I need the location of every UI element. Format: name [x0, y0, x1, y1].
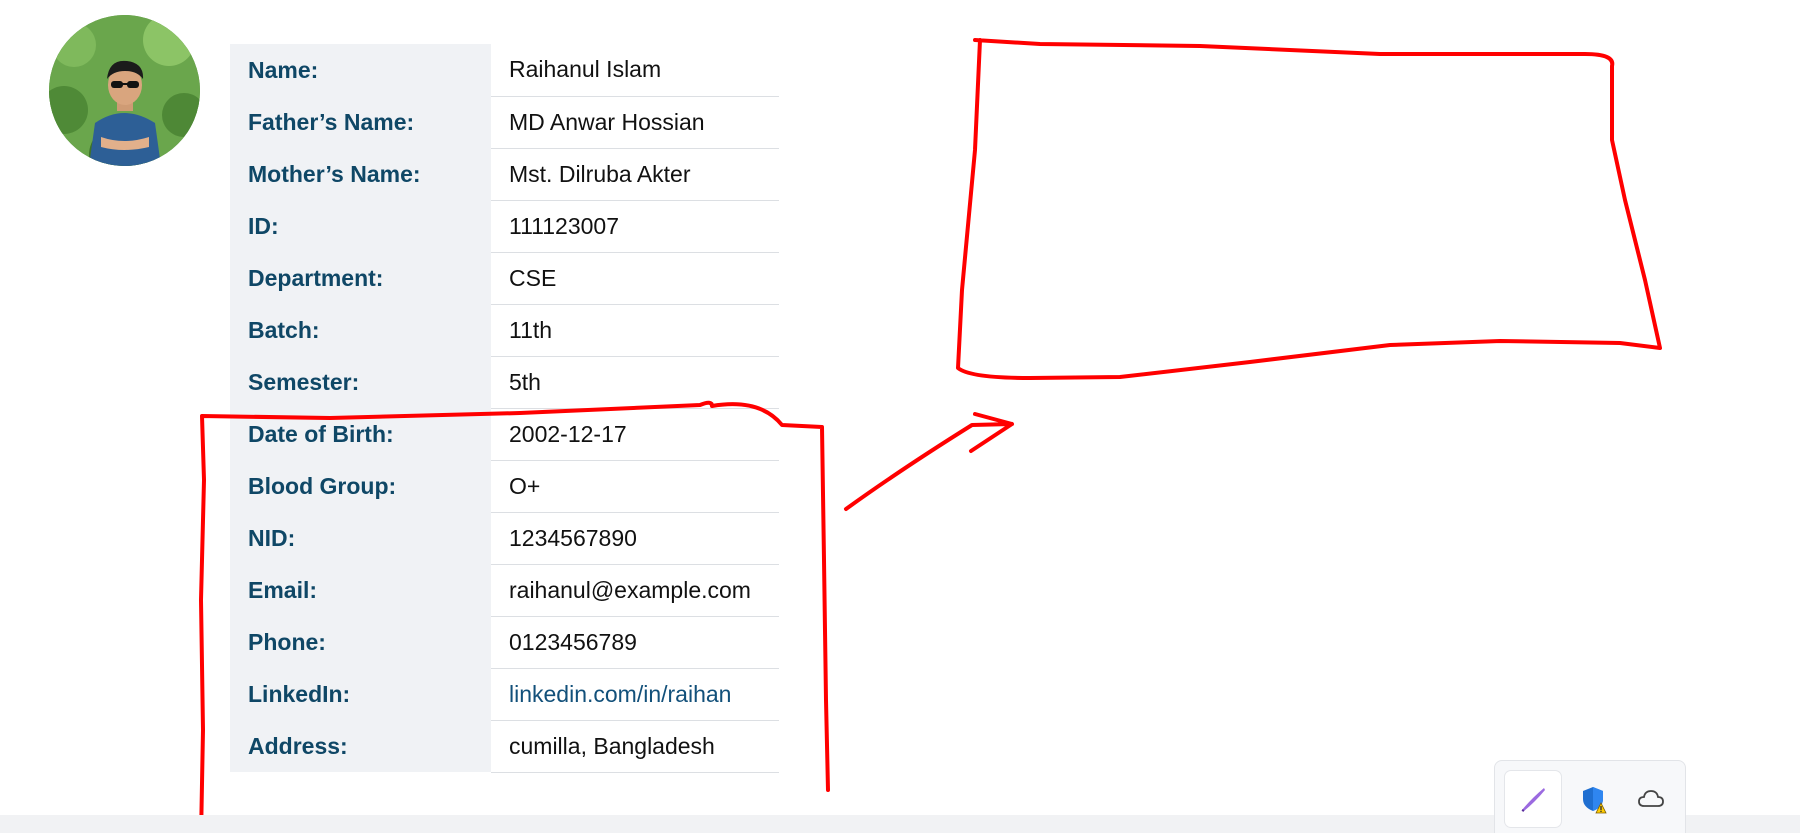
row-label: ID:	[230, 200, 491, 252]
row-label: Date of Birth:	[230, 408, 491, 460]
row-value: MD Anwar Hossian	[491, 96, 779, 149]
row-value: 0123456789	[491, 616, 779, 669]
ink-arrow	[844, 412, 1014, 511]
tray-button-security[interactable]	[1565, 771, 1621, 827]
table-row: Semester: 5th	[230, 356, 779, 409]
row-label: Batch:	[230, 304, 491, 356]
tray-button-pen[interactable]	[1505, 771, 1561, 827]
row-label: Address:	[230, 720, 491, 772]
row-label: NID:	[230, 512, 491, 564]
row-value: 2002-12-17	[491, 408, 779, 461]
row-value: Mst. Dilruba Akter	[491, 148, 779, 201]
row-label: Mother’s Name:	[230, 148, 491, 200]
row-label: Semester:	[230, 356, 491, 408]
table-row: Mother’s Name: Mst. Dilruba Akter	[230, 148, 779, 201]
row-label: Blood Group:	[230, 460, 491, 512]
system-tray	[1494, 760, 1686, 833]
tray-button-cloud[interactable]	[1623, 771, 1679, 827]
row-value: raihanul@example.com	[491, 564, 779, 617]
row-label: Name:	[230, 44, 491, 96]
table-row: Date of Birth: 2002-12-17	[230, 408, 779, 461]
table-row: Batch: 11th	[230, 304, 779, 357]
table-row: Name: Raihanul Islam	[230, 44, 779, 97]
table-row: ID: 111123007	[230, 200, 779, 253]
table-row: Department: CSE	[230, 252, 779, 305]
pen-icon	[1521, 788, 1545, 812]
profile-table: Name: Raihanul Islam Father’s Name: MD A…	[230, 44, 779, 773]
table-row: Blood Group: O+	[230, 460, 779, 513]
row-label: Father’s Name:	[230, 96, 491, 148]
table-row: NID: 1234567890	[230, 512, 779, 565]
table-row: Email: raihanul@example.com	[230, 564, 779, 617]
row-value: 111123007	[491, 200, 779, 253]
profile-photo	[49, 15, 200, 166]
row-value: cumilla, Bangladesh	[491, 720, 779, 773]
row-label: LinkedIn:	[230, 668, 491, 720]
linkedin-link[interactable]: linkedin.com/in/raihan	[491, 668, 779, 721]
row-value: CSE	[491, 252, 779, 305]
table-row: LinkedIn: linkedin.com/in/raihan	[230, 668, 779, 721]
avatar	[49, 15, 200, 166]
table-row: Father’s Name: MD Anwar Hossian	[230, 96, 779, 149]
table-row: Address: cumilla, Bangladesh	[230, 720, 779, 773]
row-value: 11th	[491, 304, 779, 357]
page: Name: Raihanul Islam Father’s Name: MD A…	[0, 0, 1800, 833]
row-label: Email:	[230, 564, 491, 616]
row-value: 5th	[491, 356, 779, 409]
row-label: Phone:	[230, 616, 491, 668]
ink-rectangle-right	[956, 38, 1662, 380]
row-label: Department:	[230, 252, 491, 304]
row-value: Raihanul Islam	[491, 44, 779, 97]
table-row: Phone: 0123456789	[230, 616, 779, 669]
row-value: 1234567890	[491, 512, 779, 565]
cloud-icon	[1638, 790, 1664, 807]
shield-warning-icon	[1583, 787, 1607, 814]
row-value: O+	[491, 460, 779, 513]
